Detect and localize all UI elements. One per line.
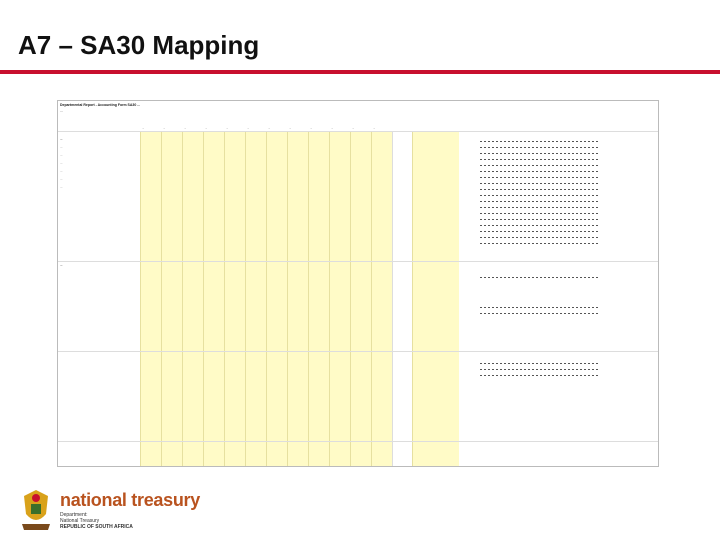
month-column <box>182 131 204 466</box>
month-header: ... <box>226 127 229 130</box>
mapping-dots <box>480 225 600 226</box>
mapping-dots <box>480 219 600 220</box>
sheet-subheading: ... <box>60 109 63 113</box>
grid-line <box>58 351 658 352</box>
mapping-dots <box>480 313 600 314</box>
row-label: ... <box>60 161 63 165</box>
mapping-dots <box>480 159 600 160</box>
mapping-dots <box>480 183 600 184</box>
month-column <box>329 131 351 466</box>
row-label: ... <box>60 153 63 157</box>
row-label: ... <box>60 263 63 267</box>
month-header: ... <box>310 127 313 130</box>
mapping-dots <box>480 363 600 364</box>
row-label: ... <box>60 185 63 189</box>
coat-of-arms-icon <box>22 490 50 530</box>
spreadsheet-image: Departmental Report - Accounting Form SA… <box>57 100 659 467</box>
mapping-dots <box>480 307 600 308</box>
month-column <box>371 131 393 466</box>
brand-name: national treasury <box>60 490 200 510</box>
mapping-dots <box>480 201 600 202</box>
month-header: ... <box>352 127 355 130</box>
grid-line <box>58 261 658 262</box>
month-header: ... <box>163 127 166 130</box>
mapping-dots <box>480 369 600 370</box>
month-header: ... <box>268 127 271 130</box>
mapping-dots <box>480 171 600 172</box>
month-header: ... <box>205 127 208 130</box>
mapping-dots <box>480 195 600 196</box>
row-label: ... <box>60 177 63 181</box>
mapping-dots <box>480 213 600 214</box>
month-column <box>287 131 309 466</box>
month-header: ... <box>373 127 376 130</box>
month-column <box>245 131 267 466</box>
month-column <box>266 131 288 466</box>
mapping-dots <box>480 277 600 278</box>
mapping-dots <box>480 153 600 154</box>
row-label: ... <box>60 169 63 173</box>
mapping-dots <box>480 177 600 178</box>
brand-sub-line: REPUBLIC OF SOUTH AFRICA <box>60 524 133 530</box>
grid-line <box>58 131 658 132</box>
mapping-dots <box>480 237 600 238</box>
month-header: ... <box>184 127 187 130</box>
month-header: ... <box>142 127 145 130</box>
mapping-dots <box>480 375 600 376</box>
month-column <box>140 131 162 466</box>
total-column <box>392 131 413 466</box>
slide-title: A7 – SA30 Mapping <box>18 30 260 60</box>
mapping-column <box>412 131 459 466</box>
mapping-dots <box>480 231 600 232</box>
mapping-dots <box>480 189 600 190</box>
mapping-dots <box>480 141 600 142</box>
row-label: ... <box>60 145 63 149</box>
mapping-dots <box>480 207 600 208</box>
mapping-dots <box>480 147 600 148</box>
month-header: ... <box>289 127 292 130</box>
month-column <box>203 131 225 466</box>
month-column <box>161 131 183 466</box>
mapping-dots <box>480 165 600 166</box>
sheet-heading: Departmental Report - Accounting Form SA… <box>60 103 141 107</box>
grid-line <box>58 441 658 442</box>
month-column <box>350 131 372 466</box>
title-divider <box>0 70 720 74</box>
month-header: ... <box>331 127 334 130</box>
month-column <box>308 131 330 466</box>
mapping-dots <box>480 243 600 244</box>
row-label: ... <box>60 137 63 141</box>
month-column <box>224 131 246 466</box>
month-header: ... <box>247 127 250 130</box>
